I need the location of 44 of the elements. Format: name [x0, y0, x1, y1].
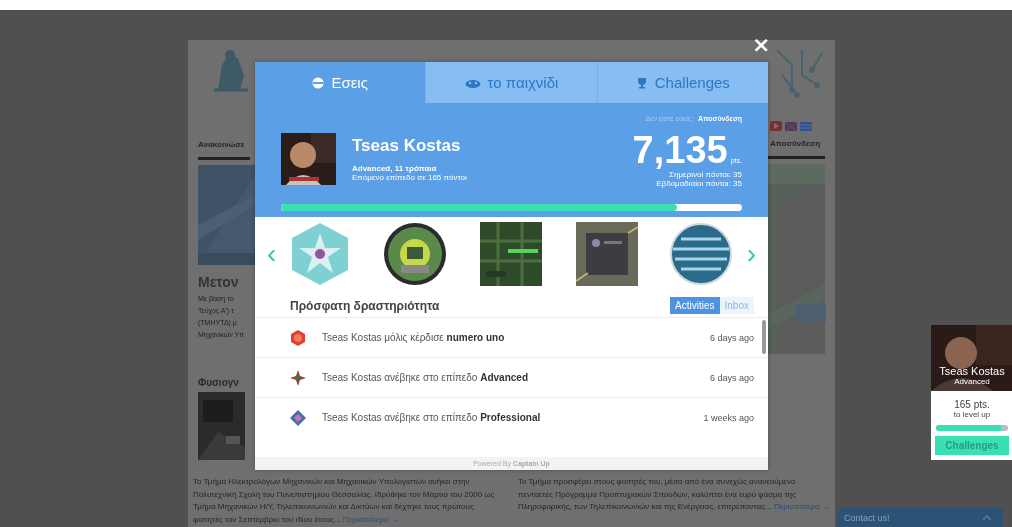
helmet-icon: [312, 76, 325, 89]
tab[interactable]: Challenges: [596, 62, 768, 103]
caret-icon: [983, 515, 991, 520]
points-to-level: 165 pts.: [954, 399, 990, 410]
flag-icon[interactable]: [785, 121, 797, 131]
next-button[interactable]: ›: [744, 238, 758, 270]
previous-button[interactable]: ‹: [265, 238, 279, 270]
next-level-text: Επόμενο επίπεδο σε 165 πόντοι: [352, 173, 468, 182]
compass-badge-icon: [290, 369, 306, 386]
user-name: Tseas Kostas: [939, 365, 1005, 377]
contact-bar[interactable]: Contact us!: [838, 508, 1003, 527]
user-name: Tseas Kostas: [352, 136, 462, 156]
video-icon[interactable]: [770, 121, 782, 131]
activity-text: Tseas Kostas ανέβηκε στο επίπεδο Advanced: [322, 372, 529, 383]
user-rank: Advanced, 11 τρόπαια: [352, 164, 438, 173]
tab[interactable]: Εσεις: [255, 62, 426, 103]
diamond-badge-icon: [290, 409, 306, 426]
nav-link[interactable]: Ανακοινώσε: [198, 140, 250, 149]
nav-link[interactable]: Αποσύνδεση: [768, 139, 825, 148]
points-total: 7,135: [632, 130, 728, 170]
activity-text: Tseas Kostas μόλις κέρδισε numero uno: [322, 332, 506, 343]
more-link[interactable]: Περισσότερα →: [342, 514, 399, 524]
more-link[interactable]: Περισσότερα →: [773, 502, 830, 511]
section-heading: Φυσιογν: [198, 377, 240, 388]
points-today: Σημερινοί πόντοι: 35: [669, 170, 742, 179]
activity-time: 1 weeks ago: [703, 412, 754, 423]
activity-title: Πρόσφατη δραστηριότητα: [290, 298, 440, 313]
trophy-icon: [635, 76, 648, 89]
scrollbar[interactable]: [762, 320, 766, 354]
activity-time: 6 days ago: [709, 372, 754, 383]
activity-time: 6 days ago: [709, 332, 754, 343]
medal-icon: [290, 329, 306, 346]
tab[interactable]: Activities: [670, 297, 720, 314]
points-weekly: Εβδομαδιαίοι πόντοι: 35: [655, 179, 742, 188]
tab[interactable]: το παιχνίδι: [425, 62, 597, 103]
level-up-caption: to level up: [953, 410, 991, 419]
challenges-button[interactable]: Challenges: [935, 436, 1009, 455]
flag-icon[interactable]: [800, 121, 812, 131]
activity-text: Tseas Kostas ανέβηκε στο επίπεδο Professional: [322, 412, 542, 423]
close-button[interactable]: ×: [750, 36, 773, 54]
contact-label: Contact us!: [844, 512, 890, 523]
article-heading: Μετον: [198, 273, 240, 291]
tab[interactable]: Inbox: [719, 297, 754, 314]
user-rank: Advanced: [954, 377, 990, 386]
